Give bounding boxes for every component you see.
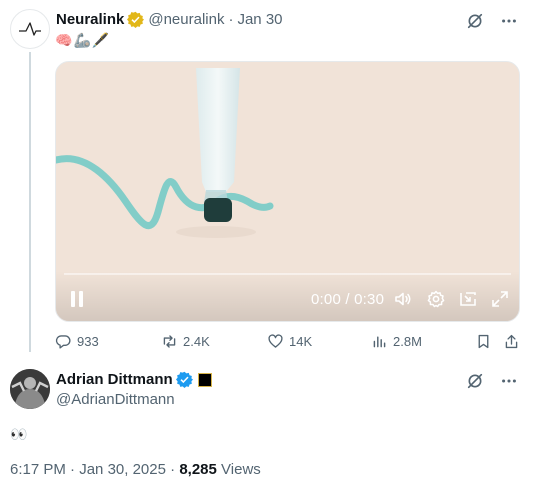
video-controls: 0:00 / 0:30 [56,271,519,321]
parent-tweet-header: Neuralink @neuralink · Jan 30 [56,11,283,28]
reply-icon [55,335,71,349]
post-date[interactable]: Jan 30 [237,11,282,28]
bookmark-icon [478,334,489,349]
current-time: 0:00 [311,291,341,308]
reply-button[interactable]: 933 [55,333,99,350]
neuralink-logo-icon [19,22,41,36]
repost-count: 2.4K [183,334,210,349]
settings-icon[interactable] [426,289,446,309]
video-time: 0:00 / 0:30 [311,291,384,308]
parent-tweet-actions: 933 2.4K 14K 2.8M [55,333,520,353]
pen-emoji: 🖋️ [91,32,110,48]
affiliation-badge-icon[interactable] [197,372,212,387]
like-count: 14K [289,334,313,349]
video-player[interactable]: 0:00 / 0:30 [55,61,520,322]
views-count: 8,285 [179,461,217,478]
main-tweet-text: 👀 [10,426,28,442]
fullscreen-icon[interactable] [490,289,510,309]
adrian-dittmann-avatar[interactable] [10,369,50,409]
more-icon[interactable] [499,371,519,391]
repost-icon [163,335,176,348]
verified-org-badge-icon[interactable] [127,11,145,28]
pause-icon[interactable] [70,291,84,307]
volume-icon[interactable] [393,289,413,309]
time-divider: / [345,291,350,308]
views-chart-icon [373,336,386,348]
grok-icon[interactable] [465,371,485,391]
like-button[interactable]: 14K [267,333,312,350]
separator: · [170,461,176,478]
grok-icon[interactable] [465,11,485,31]
main-tweet-header-actions [465,371,519,391]
avatar-image [10,369,50,409]
views-count: 2.8M [393,334,422,349]
display-name[interactable]: Adrian Dittmann [56,371,173,388]
main-tweet-header: Adrian Dittmann [56,371,212,388]
neuralink-avatar[interactable] [10,9,50,49]
separator: · [70,461,76,478]
mechanical-arm-emoji: 🦾 [73,32,91,48]
post-date[interactable]: Jan 30, 2025 [79,461,166,478]
verified-badge-icon[interactable] [175,371,193,388]
separator: · [228,11,234,28]
views-label: Views [221,461,261,478]
parent-tweet-text: 🧠 🦾 🖋️ [55,32,109,49]
share-button[interactable] [503,333,520,350]
reply-count: 933 [77,334,99,349]
handle[interactable]: @AdrianDittmann [56,391,175,408]
like-icon [268,334,283,348]
parent-tweet-header-actions [465,11,519,31]
repost-button[interactable]: 2.4K [161,333,210,350]
pip-icon[interactable] [458,289,478,309]
post-time[interactable]: 6:17 PM [10,461,66,478]
tweet-meta: 6:17 PM · Jan 30, 2025 · 8,285 Views [10,461,261,478]
display-name[interactable]: Neuralink [56,11,124,28]
thread-line [29,52,31,352]
brain-emoji: 🧠 [55,32,73,48]
share-icon [505,334,518,349]
duration: 0:30 [354,291,385,308]
views-button[interactable]: 2.8M [371,333,422,350]
bookmark-button[interactable] [475,333,492,350]
handle[interactable]: @neuralink [148,11,224,28]
more-icon[interactable] [499,11,519,31]
